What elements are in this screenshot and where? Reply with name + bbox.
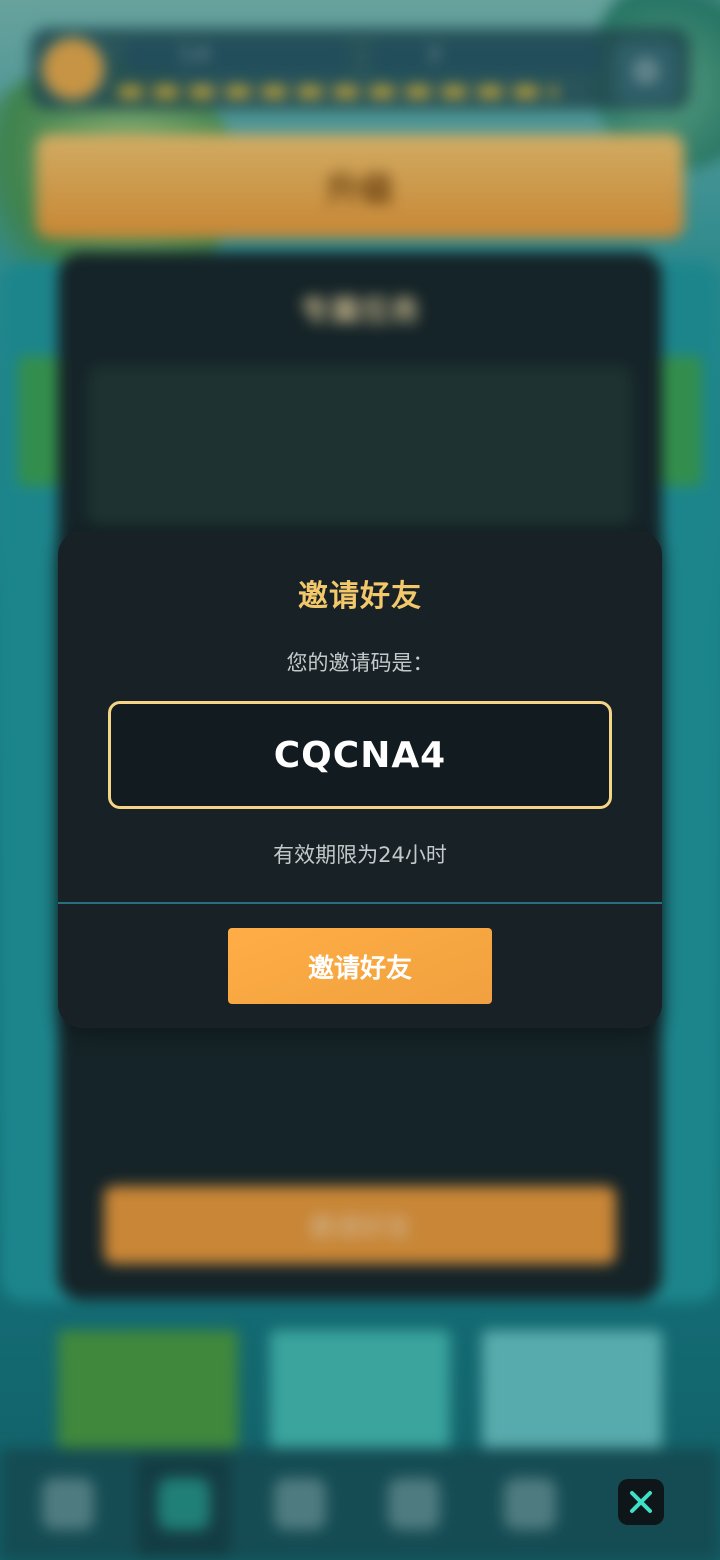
invite-code: CQCNA4 xyxy=(273,734,447,776)
invite-friend-modal: 邀请好友 您的邀请码是： CQCNA4 有效期限为24小时 邀请好友 xyxy=(58,531,662,1028)
expiry-note: 有效期限为24小时 xyxy=(273,843,447,867)
close-button[interactable] xyxy=(618,1479,664,1525)
modal-title: 邀请好友 xyxy=(298,579,422,614)
divider xyxy=(58,902,662,904)
invite-code-label: 您的邀请码是： xyxy=(286,651,434,675)
close-icon xyxy=(630,1491,652,1513)
invite-friend-button[interactable]: 邀请好友 xyxy=(228,928,492,1004)
invite-code-box[interactable]: CQCNA4 xyxy=(108,701,612,809)
